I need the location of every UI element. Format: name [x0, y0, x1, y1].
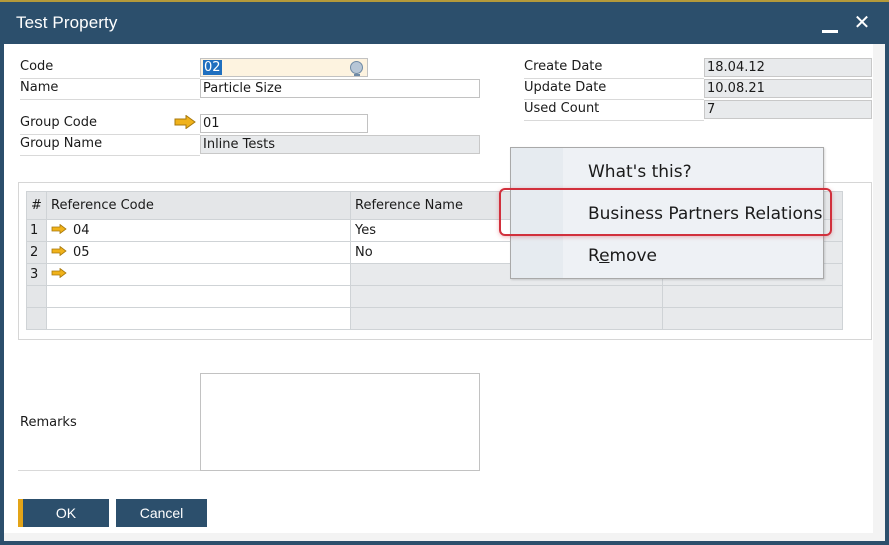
link-arrow-icon[interactable]	[51, 223, 67, 238]
update-date-label: Update Date	[524, 80, 607, 95]
row-number: 2	[26, 241, 47, 264]
link-arrow-icon[interactable]	[51, 245, 67, 260]
column-header-number[interactable]: #	[26, 191, 47, 220]
group-name-field: Inline Tests	[200, 135, 480, 154]
extra-cell	[662, 285, 843, 308]
name-label: Name	[20, 80, 59, 95]
row-number: 3	[26, 263, 47, 286]
reference-code-cell[interactable]	[46, 263, 351, 286]
reference-code-value: 04	[73, 223, 90, 238]
update-date-field: 10.08.21	[704, 79, 872, 98]
reference-name-cell[interactable]	[350, 307, 663, 330]
code-field[interactable]: 02	[200, 58, 368, 77]
minimize-icon[interactable]	[820, 14, 840, 34]
row-divider	[20, 78, 200, 79]
menu-item-remove[interactable]: Remove	[588, 246, 657, 266]
cancel-button[interactable]: Cancel	[116, 499, 207, 527]
name-field[interactable]: Particle Size	[200, 79, 480, 98]
group-code-field[interactable]: 01	[200, 114, 368, 133]
used-count-field: 7	[704, 100, 872, 119]
code-label: Code	[20, 59, 54, 74]
used-count-label: Used Count	[524, 101, 600, 116]
reference-code-cell[interactable]	[46, 285, 351, 308]
column-header-reference-code[interactable]: Reference Code	[46, 191, 351, 220]
row-divider	[524, 120, 704, 121]
row-divider	[20, 155, 200, 156]
used-count-value: 7	[707, 102, 716, 117]
row-divider	[524, 78, 704, 79]
remove-label-mnemonic: e	[599, 246, 610, 266]
create-date-label: Create Date	[524, 59, 603, 74]
right-edge	[873, 44, 885, 541]
globe-translation-icon[interactable]	[350, 61, 363, 76]
row-divider	[524, 99, 704, 100]
row-divider	[20, 99, 200, 100]
row-divider	[18, 470, 200, 471]
window-title: Test Property	[16, 13, 118, 32]
extra-cell	[662, 307, 843, 330]
table-row[interactable]	[26, 307, 843, 330]
row-number	[26, 307, 47, 330]
reference-code-cell[interactable]	[46, 307, 351, 330]
create-date-field: 18.04.12	[704, 58, 872, 77]
group-code-label: Group Code	[20, 115, 97, 130]
context-menu: What's this? Business Partners Relations…	[510, 147, 824, 279]
table-row[interactable]	[26, 285, 843, 308]
remove-label-start: R	[588, 246, 600, 266]
reference-code-cell[interactable]: 04	[46, 219, 351, 242]
group-code-value: 01	[203, 116, 220, 131]
group-name-value: Inline Tests	[203, 137, 276, 152]
reference-code-value: 05	[73, 245, 90, 260]
close-icon[interactable]: ✕	[852, 10, 872, 34]
bottom-edge	[4, 533, 885, 541]
row-number	[26, 285, 47, 308]
menu-item-business-partners-relations[interactable]: Business Partners Relations	[588, 204, 822, 224]
ok-button[interactable]: OK	[18, 499, 109, 527]
remove-label-end: move	[609, 246, 658, 266]
row-number: 1	[26, 219, 47, 242]
reference-code-cell[interactable]: 05	[46, 241, 351, 264]
group-name-label: Group Name	[20, 136, 103, 151]
create-date-value: 18.04.12	[707, 60, 765, 75]
title-bar[interactable]: Test Property ✕	[0, 2, 889, 44]
form-body: Code 02 Name Particle Size Group Code 01…	[4, 44, 885, 541]
menu-item-whats-this[interactable]: What's this?	[588, 162, 692, 182]
link-arrow-icon[interactable]	[174, 115, 196, 129]
name-value: Particle Size	[203, 81, 282, 96]
remarks-label: Remarks	[20, 415, 77, 430]
remarks-textarea[interactable]	[200, 373, 480, 471]
context-menu-gutter	[511, 148, 563, 278]
row-divider	[20, 134, 200, 135]
update-date-value: 10.08.21	[707, 81, 765, 96]
link-arrow-icon[interactable]	[51, 267, 67, 282]
reference-name-cell[interactable]	[350, 285, 663, 308]
code-value: 02	[203, 60, 222, 75]
